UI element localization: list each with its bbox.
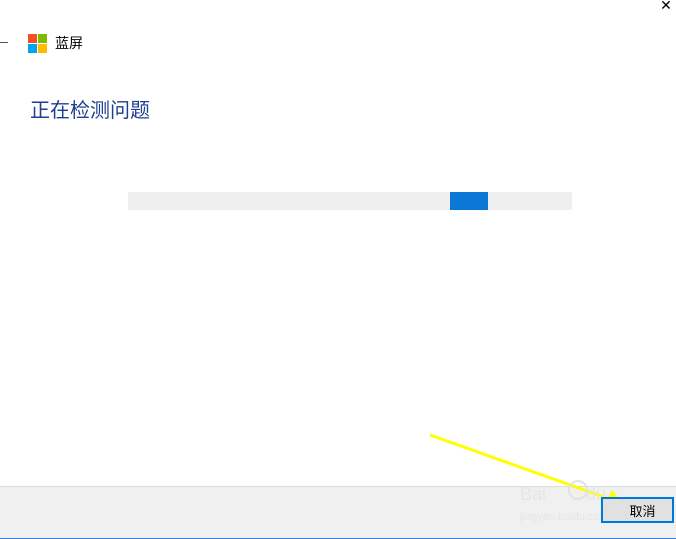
footer-bar (0, 486, 676, 539)
close-icon: ✕ (660, 0, 672, 14)
app-title: 蓝屏 (55, 36, 83, 52)
annotation-arrow (429, 433, 626, 506)
title-bar: 蓝屏 (28, 33, 83, 53)
back-indicator (0, 42, 8, 43)
progress-bar (128, 192, 572, 210)
troubleshooter-window: ✕ 蓝屏 正在检测问题 Bai du jingyan.baidu.com 取消 (0, 0, 676, 539)
cancel-button[interactable]: 取消 (601, 497, 674, 523)
microsoft-logo-icon (28, 33, 47, 53)
page-title: 正在检测问题 (30, 98, 150, 122)
progress-indicator (450, 192, 488, 210)
close-button[interactable]: ✕ (656, 0, 676, 14)
